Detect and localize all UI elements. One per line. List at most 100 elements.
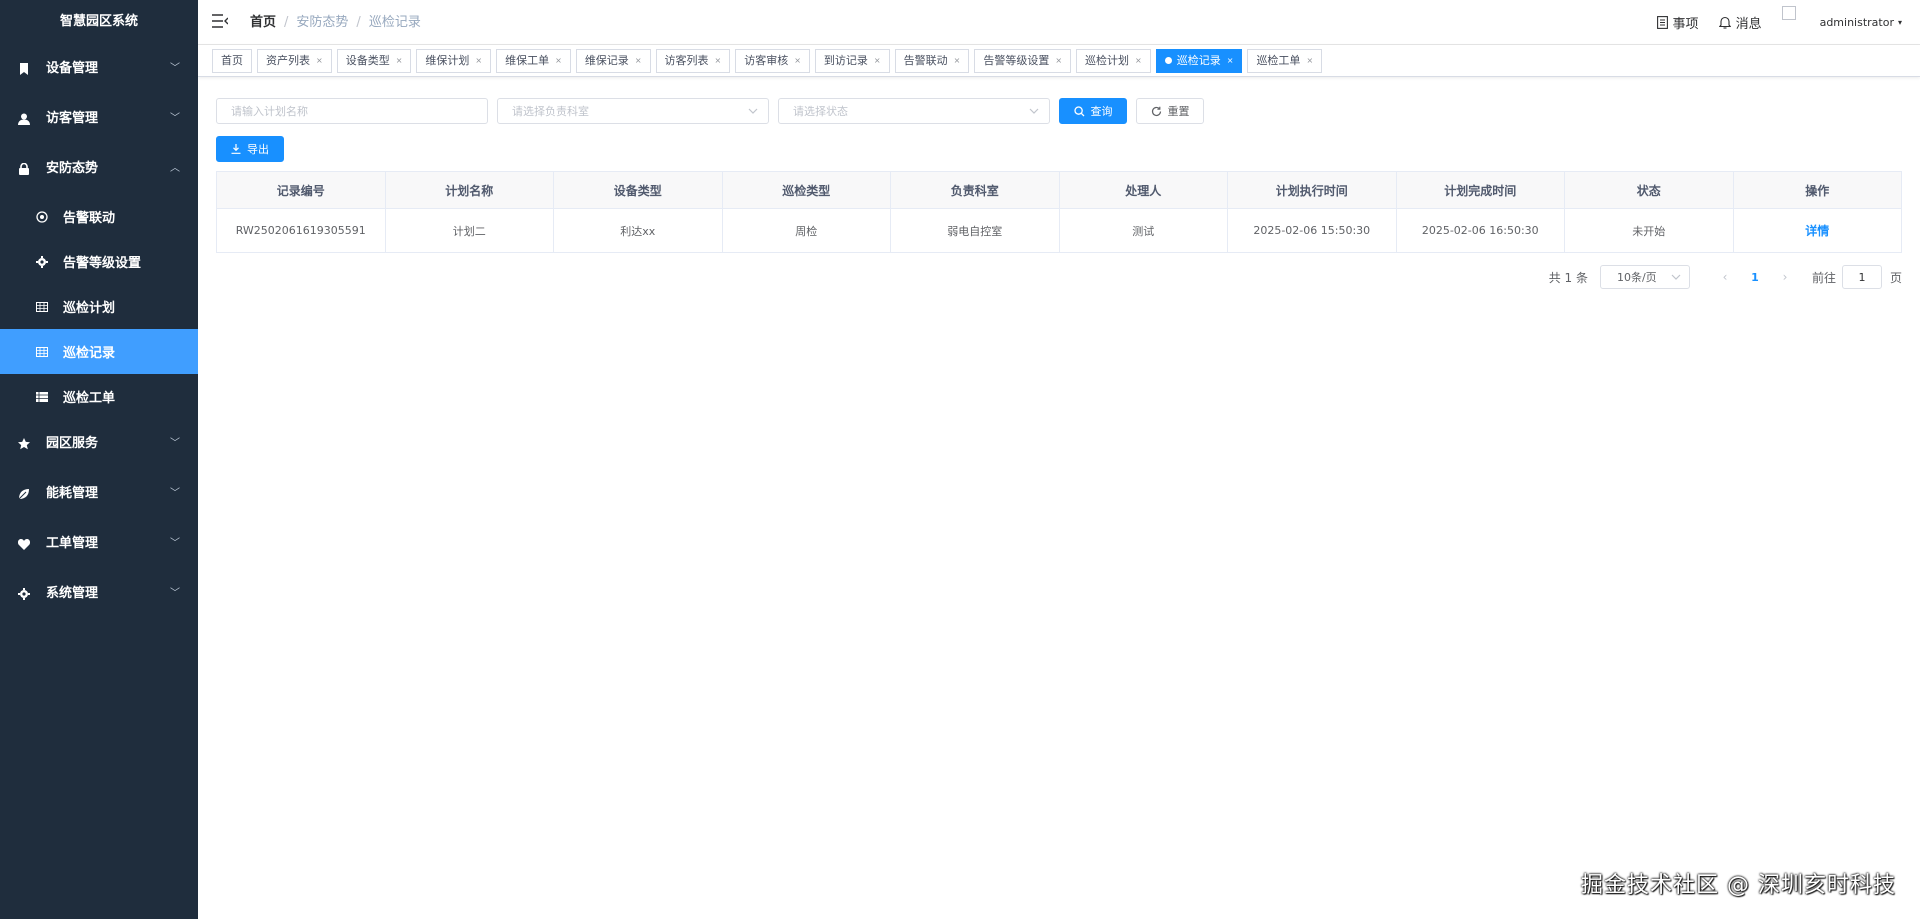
records-table: 记录编号 计划名称 设备类型 巡检类型 负责科室 处理人 计划执行时间 计划完成… xyxy=(216,171,1902,253)
chevron-down-icon: ﹀ xyxy=(170,63,180,74)
tag-visitor-review[interactable]: 访客审核 × xyxy=(735,48,810,73)
close-icon[interactable]: × xyxy=(1227,50,1234,72)
hamburger-icon[interactable] xyxy=(212,14,229,28)
sidebar-item-park-service[interactable]: 园区服务 ﹀ xyxy=(0,419,198,469)
tag-label: 维保计划 xyxy=(425,53,470,67)
alarm-icon xyxy=(36,210,48,223)
tag-device-type[interactable]: 设备类型 × xyxy=(336,48,412,73)
sidebar-item-visitor-management[interactable]: 访客管理 ﹀ xyxy=(0,94,198,144)
sidebar-subitem-alarm-level[interactable]: 告警等级设置 xyxy=(0,239,198,284)
sidebar-subitem-label: 巡检记录 xyxy=(63,346,116,361)
status-select[interactable]: 请选择状态 xyxy=(778,98,1050,124)
table-icon xyxy=(36,301,48,313)
app-logo-title: 智慧园区系统 xyxy=(59,14,138,29)
todo-label: 事项 xyxy=(1672,17,1699,32)
column-header: 状态 xyxy=(1565,172,1734,208)
reset-button[interactable]: 重置 xyxy=(1136,98,1204,124)
sidebar-item-label: 园区服务 xyxy=(46,436,99,451)
column-header: 设备类型 xyxy=(554,172,723,208)
caret-down-icon[interactable]: ▾ xyxy=(1898,18,1902,27)
goto-page-input[interactable]: 1 xyxy=(1841,265,1882,289)
sidebar-subitem-label: 告警等级设置 xyxy=(63,256,142,271)
close-icon[interactable]: × xyxy=(475,50,482,72)
column-header: 计划执行时间 xyxy=(1228,172,1397,208)
sidebar-item-system[interactable]: 系统管理 ﹀ xyxy=(0,569,198,619)
tag-label: 维保工单 xyxy=(505,53,550,67)
department-select[interactable]: 请选择负责科室 xyxy=(497,98,769,124)
table-cell: 2025-02-06 16:50:30 xyxy=(1397,209,1565,252)
chevron-down-icon xyxy=(748,105,758,120)
tag-alarm-linkage[interactable]: 告警联动 × xyxy=(894,48,970,73)
tags-view: 首页 资产列表 × 设备类型 × 维保计划 × 维保工单 × 维保记录 × 访客列表 × 访… xyxy=(198,45,1920,77)
tag-label: 访客列表 xyxy=(664,53,709,67)
sidebar-item-energy[interactable]: 能耗管理 ﹀ xyxy=(0,469,198,519)
prev-page-button[interactable]: ‹ xyxy=(1710,265,1740,289)
tag-inspection-record[interactable]: 巡检记录 × xyxy=(1155,48,1243,73)
message-label: 消息 xyxy=(1735,17,1762,32)
plan-name-input[interactable]: 请输入计划名称 xyxy=(216,98,488,124)
sidebar-item-device-management[interactable]: 设备管理 ﹀ xyxy=(0,44,198,94)
department-placeholder: 请选择负责科室 xyxy=(512,105,589,118)
search-icon xyxy=(1073,105,1084,116)
breadcrumb-item: 巡检记录 xyxy=(368,15,421,30)
close-icon[interactable]: × xyxy=(715,50,722,72)
tag-visitor-list[interactable]: 访客列表 × xyxy=(655,48,731,73)
top-navbar: 首页 / 安防态势 / 巡检记录 事项 消息 administrator ▾ xyxy=(198,0,1920,45)
right-menu: 事项 消息 administrator ▾ xyxy=(1637,0,1902,45)
tag-visit-record[interactable]: 到访记录 × xyxy=(814,48,890,73)
close-icon[interactable]: × xyxy=(874,50,881,72)
sidebar-subitem-inspection-order[interactable]: 巡检工单 xyxy=(0,374,198,419)
tag-label: 巡检计划 xyxy=(1085,53,1130,67)
download-icon xyxy=(231,144,241,154)
message-button[interactable]: 消息 xyxy=(1718,13,1762,32)
export-button[interactable]: 导出 xyxy=(216,136,284,162)
close-icon[interactable]: × xyxy=(794,50,801,72)
sidebar-item-work-order[interactable]: 工单管理 ﹀ xyxy=(0,519,198,569)
table-cell: RW2502061619305591 xyxy=(217,209,386,252)
tag-maintenance-record[interactable]: 维保记录 × xyxy=(575,48,651,73)
close-icon[interactable]: × xyxy=(396,50,403,72)
tag-label: 巡检工单 xyxy=(1256,53,1301,67)
tag-maintenance-order[interactable]: 维保工单 × xyxy=(496,48,571,73)
page-size-select[interactable]: 10条/页 xyxy=(1599,265,1690,289)
sidebar-item-security[interactable]: 安防态势 ︿ xyxy=(0,144,198,194)
table-cell: 周检 xyxy=(723,209,891,252)
reset-button-label: 重置 xyxy=(1167,105,1190,118)
tag-maintenance-plan[interactable]: 维保计划 × xyxy=(416,48,492,73)
detail-link[interactable]: 详情 xyxy=(1805,222,1829,239)
close-icon[interactable]: × xyxy=(1055,50,1062,72)
sidebar: 智慧园区系统 设备管理 ﹀ 访客管理 ﹀ 安防态势 ︿ 告警联动 告警等级设置 xyxy=(0,0,198,919)
tag-label: 巡检记录 xyxy=(1176,53,1221,67)
page-number-active[interactable]: 1 xyxy=(1740,265,1770,289)
tag-asset-list[interactable]: 资产列表 × xyxy=(257,48,332,73)
table-header-row: 记录编号 计划名称 设备类型 巡检类型 负责科室 处理人 计划执行时间 计划完成… xyxy=(217,172,1901,208)
next-page-button[interactable]: › xyxy=(1770,265,1800,289)
username[interactable]: administrator xyxy=(1820,16,1894,29)
close-icon[interactable]: × xyxy=(555,50,562,72)
sidebar-subitem-label: 巡检工单 xyxy=(63,391,116,406)
sidebar-subitem-inspection-plan[interactable]: 巡检计划 xyxy=(0,284,198,329)
tag-alarm-level[interactable]: 告警等级设置 × xyxy=(974,48,1072,73)
tag-label: 设备类型 xyxy=(345,53,390,67)
tag-inspection-order[interactable]: 巡检工单 × xyxy=(1247,48,1323,73)
avatar[interactable] xyxy=(1781,6,1796,20)
breadcrumb-item[interactable]: 首页 xyxy=(250,15,276,30)
table-cell: 弱电自控室 xyxy=(891,209,1060,252)
refresh-icon xyxy=(1151,106,1161,116)
close-icon[interactable]: × xyxy=(1306,50,1313,72)
close-icon[interactable]: × xyxy=(1135,50,1142,72)
column-header: 记录编号 xyxy=(217,172,386,208)
tag-label: 资产列表 xyxy=(266,53,310,67)
sidebar-subitem-inspection-record[interactable]: 巡检记录 xyxy=(0,329,198,374)
sidebar-subitem-alarm-linkage[interactable]: 告警联动 xyxy=(0,194,198,239)
search-button[interactable]: 查询 xyxy=(1059,98,1127,124)
close-icon[interactable]: × xyxy=(954,50,961,72)
export-button-label: 导出 xyxy=(247,143,269,156)
todo-button[interactable]: 事项 xyxy=(1656,13,1699,32)
gear-icon xyxy=(36,255,48,268)
close-icon[interactable]: × xyxy=(316,50,323,72)
tag-inspection-plan[interactable]: 巡检计划 × xyxy=(1076,48,1151,73)
tag-home[interactable]: 首页 xyxy=(212,48,252,73)
close-icon[interactable]: × xyxy=(635,50,642,72)
list-icon xyxy=(36,391,48,403)
